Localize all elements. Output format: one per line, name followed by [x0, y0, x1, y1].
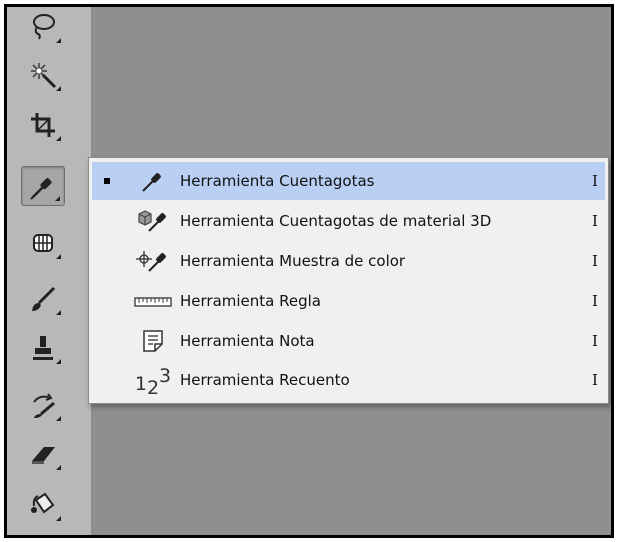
submenu-indicator-icon — [56, 516, 61, 521]
3d-material-eyedropper-icon — [130, 206, 176, 236]
menu-item-label: Herramienta Muestra de color — [180, 252, 406, 270]
history-brush-tool[interactable] — [21, 385, 65, 425]
submenu-indicator-icon — [56, 136, 61, 141]
brush-icon — [32, 286, 56, 311]
color-sampler-icon — [130, 246, 176, 276]
menu-item-shortcut: I — [592, 252, 598, 270]
menu-item-eyedropper[interactable]: Herramienta Cuentagotas I — [92, 162, 605, 200]
count-icon: 123 — [134, 364, 172, 399]
lasso-tool[interactable] — [21, 7, 65, 47]
healing-brush-icon — [33, 234, 53, 252]
lasso-icon — [33, 14, 55, 40]
submenu-indicator-icon — [56, 416, 61, 421]
menu-item-shortcut: I — [592, 212, 598, 230]
paint-bucket-tool[interactable] — [21, 485, 65, 525]
workspace-frame: Herramienta Cuentagotas I Herramienta Cu… — [4, 4, 614, 538]
note-icon — [130, 326, 176, 356]
menu-item-label: Herramienta Cuentagotas de material 3D — [180, 212, 492, 230]
menu-item-ruler[interactable]: Herramienta Regla I — [92, 282, 605, 320]
eyedropper-tool[interactable] — [21, 166, 65, 206]
magic-wand-icon — [31, 63, 57, 89]
crop-icon — [31, 113, 55, 137]
eraser-icon — [32, 447, 55, 464]
menu-item-label: Herramienta Recuento — [180, 371, 350, 389]
submenu-indicator-icon — [56, 38, 61, 43]
selected-bullet-icon — [104, 178, 110, 184]
submenu-indicator-icon — [55, 196, 60, 201]
crop-tool[interactable] — [21, 105, 65, 145]
eyedropper-icon — [130, 166, 176, 196]
menu-item-shortcut: I — [592, 371, 598, 389]
submenu-indicator-icon — [56, 465, 61, 470]
spot-healing-tool[interactable] — [21, 223, 65, 263]
eyedropper-icon — [30, 178, 52, 200]
paint-bucket-icon — [31, 492, 55, 514]
submenu-indicator-icon — [56, 359, 61, 364]
history-brush-icon — [33, 393, 55, 418]
clone-stamp-tool[interactable] — [21, 328, 65, 368]
menu-item-label: Herramienta Regla — [180, 292, 321, 310]
eyedropper-flyout-menu: Herramienta Cuentagotas I Herramienta Cu… — [88, 157, 609, 404]
menu-item-shortcut: I — [592, 292, 598, 310]
submenu-indicator-icon — [56, 86, 61, 91]
menu-item-count[interactable]: 123 Herramienta Recuento I — [92, 361, 605, 399]
menu-item-shortcut: I — [592, 332, 598, 350]
menu-item-color-sampler[interactable]: Herramienta Muestra de color I — [92, 242, 605, 280]
menu-item-label: Herramienta Nota — [180, 332, 315, 350]
stamp-icon — [33, 336, 53, 360]
eraser-tool[interactable] — [21, 434, 65, 474]
magic-wand-tool[interactable] — [21, 55, 65, 95]
submenu-indicator-icon — [56, 310, 61, 315]
menu-item-label: Herramienta Cuentagotas — [180, 172, 375, 190]
menu-item-note[interactable]: Herramienta Nota I — [92, 322, 605, 360]
ruler-icon — [130, 286, 176, 316]
brush-tool[interactable] — [21, 279, 65, 319]
tools-panel — [7, 7, 92, 535]
menu-item-3d-material-eyedropper[interactable]: Herramienta Cuentagotas de material 3D I — [92, 202, 605, 240]
menu-item-shortcut: I — [592, 172, 598, 190]
submenu-indicator-icon — [56, 254, 61, 259]
